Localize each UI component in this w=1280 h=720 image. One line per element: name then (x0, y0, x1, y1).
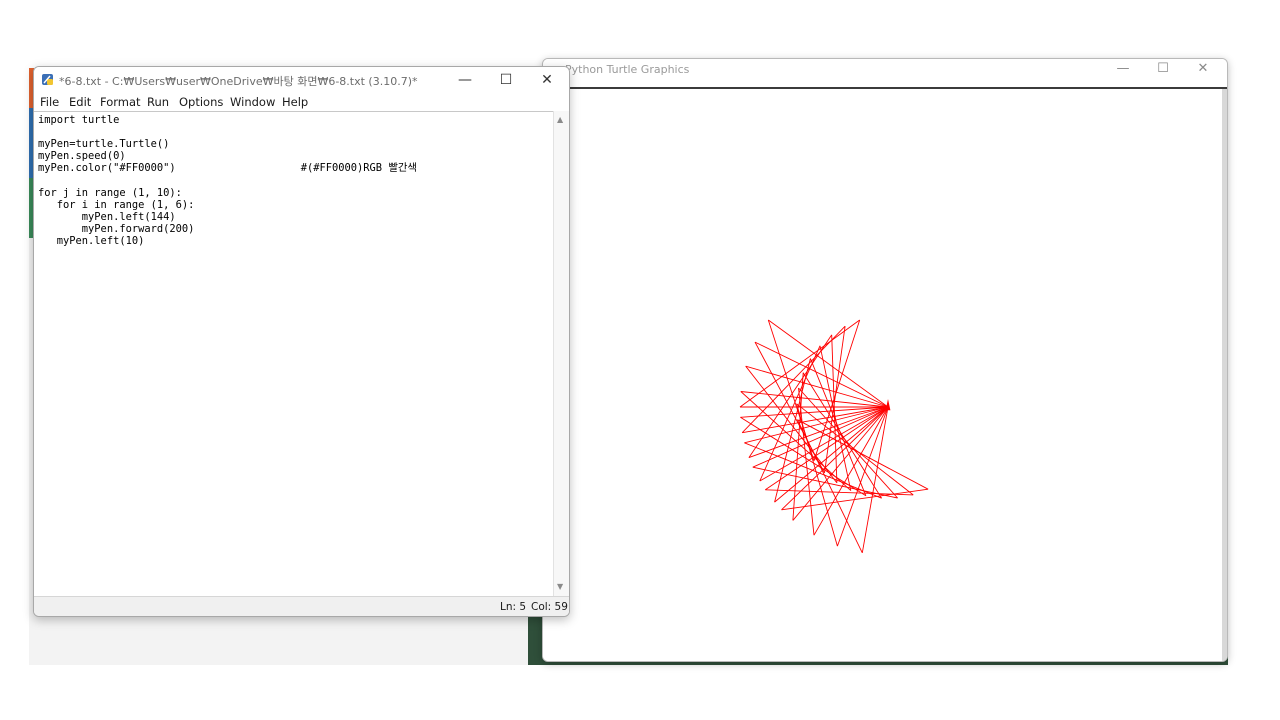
turtle-window-title: Python Turtle Graphics (565, 63, 690, 76)
scroll-up-arrow-icon[interactable]: ▲ (557, 115, 563, 124)
turtle-minimize-button[interactable]: — (1113, 61, 1133, 76)
menu-bar: File Edit Format Run Options Window Help (34, 93, 569, 111)
code-line: for j in range (1, 10): (38, 186, 182, 199)
menu-options[interactable]: Options (179, 95, 223, 109)
code-line: import turtle (38, 114, 120, 126)
code-line: myPen.left(144) (38, 210, 176, 223)
scroll-down-arrow-icon[interactable]: ▼ (557, 582, 563, 591)
turtle-graphics-window[interactable]: Python Turtle Graphics — ☐ ✕ (542, 58, 1228, 662)
turtle-cursor-icon (885, 399, 891, 411)
idle-window-title: *6-8.txt - C:₩Users₩user₩OneDrive₩바탕 화면₩… (59, 75, 418, 88)
status-column-number: Col: 59 (531, 601, 568, 613)
status-bar: Ln: 5 Col: 59 (34, 596, 569, 616)
vertical-scrollbar[interactable]: ▲ ▼ (553, 111, 569, 596)
menu-edit[interactable]: Edit (69, 95, 91, 109)
pen-stroke (741, 325, 846, 434)
menu-format[interactable]: Format (100, 95, 141, 109)
pen-stroke (813, 319, 861, 461)
code-text[interactable]: import turtle myPen=turtle.Turtle() myPe… (38, 114, 417, 247)
code-line: myPen=turtle.Turtle() (38, 138, 170, 151)
pen-stroke (740, 391, 889, 408)
menu-window[interactable]: Window (230, 95, 275, 109)
pen-stroke (752, 406, 889, 468)
idle-close-button[interactable]: ✕ (533, 70, 561, 90)
pen-stroke (781, 488, 929, 511)
turtle-drawing (739, 319, 929, 553)
idle-minimize-button[interactable]: — (451, 70, 479, 90)
code-line: myPen.left(10) (38, 234, 145, 247)
code-line: myPen.speed(0) (38, 150, 126, 163)
menu-help[interactable]: Help (282, 95, 308, 109)
turtle-titlebar[interactable]: Python Turtle Graphics — ☐ ✕ (543, 59, 1227, 89)
turtle-close-button[interactable]: ✕ (1193, 61, 1213, 76)
turtle-maximize-button[interactable]: ☐ (1153, 61, 1173, 76)
code-line: for i in range (1, 6): (38, 198, 195, 211)
code-line: myPen.forward(200) (38, 222, 195, 235)
python-idle-icon (42, 74, 53, 85)
menu-run[interactable]: Run (147, 95, 169, 109)
menu-file[interactable]: File (40, 95, 59, 109)
pen-stroke (768, 319, 889, 408)
idle-editor-window[interactable]: *6-8.txt - C:₩Users₩user₩OneDrive₩바탕 화면₩… (33, 66, 570, 617)
pen-stroke (802, 372, 882, 499)
idle-titlebar[interactable]: *6-8.txt - C:₩Users₩user₩OneDrive₩바탕 화면₩… (34, 67, 569, 93)
status-line-number: Ln: 5 (500, 601, 527, 613)
code-editor[interactable]: import turtle myPen=turtle.Turtle() myPe… (34, 111, 553, 597)
code-line: myPen.color("#FF0000") #(#FF0000)RGB 빨간색 (38, 162, 417, 175)
idle-maximize-button[interactable]: ☐ (492, 70, 520, 90)
turtle-canvas[interactable] (543, 89, 1227, 661)
